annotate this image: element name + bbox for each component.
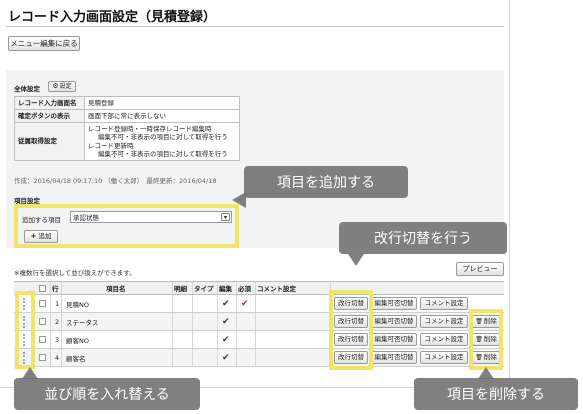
settings-button-label: 設定 [59, 82, 72, 90]
row-number: 2 [55, 317, 60, 326]
editable-toggle-button[interactable]: 編集可否切替 [371, 351, 417, 364]
menu-back-button[interactable]: メニュー編集に戻る [8, 36, 80, 51]
row-item-name: 顧客NO [66, 336, 89, 345]
items-table: 行 項目名 明細 タイプ 編集 必須 コメント設定 1 見積NO ✔ ✔ 改行切… [14, 281, 504, 367]
required-check-icon: ✔ [241, 298, 249, 309]
col-header-name: 項目名 [106, 285, 126, 293]
add-item-select[interactable]: 承認状態 ▾ [70, 211, 232, 223]
add-item-label: 追加する項目 [22, 216, 61, 224]
general-settings-button[interactable]: ⚙ 設定 [48, 81, 76, 92]
callout-line-break: 改行切替を行う [339, 222, 507, 254]
preview-button[interactable]: プレビュー [456, 262, 504, 276]
drag-handle[interactable] [22, 352, 27, 364]
col-header-type: タイプ [194, 285, 214, 293]
callout-tail [232, 192, 246, 208]
table-header-row: 行 項目名 明細 タイプ 編集 必須 コメント設定 [14, 282, 504, 295]
row-item-name: ステータス [66, 318, 99, 327]
callout-tail [348, 254, 364, 266]
callout-tail [22, 367, 38, 379]
add-button-label: 追加 [38, 232, 52, 241]
line-break-toggle-button[interactable]: 改行切替 [334, 333, 368, 346]
page-title: レコード入力画面設定（見積登録） [8, 10, 217, 25]
info-key: 確定ボタンの表示 [14, 109, 85, 124]
callout-tail [478, 367, 494, 379]
reorder-note: ※複数行を選択して並び換えができます。 [14, 269, 136, 277]
add-item-button[interactable]: + 追加 [24, 230, 58, 243]
row-checkbox[interactable] [39, 354, 46, 361]
row-checkbox[interactable] [39, 318, 46, 325]
drag-handle[interactable] [22, 298, 27, 310]
delete-item-button[interactable]: 🗑 削除 [472, 351, 500, 364]
info-line: 編集不可・非表示の項目に対して取得を行う [98, 133, 228, 142]
comment-settings-button[interactable]: コメント設定 [420, 333, 468, 346]
record-meta: 作成：2016/04/18 09:17:10 （働く太郎） 最終更新：2016/… [14, 177, 217, 185]
row-item-name: 見積NO [66, 300, 89, 309]
delete-label: 削除 [483, 353, 497, 362]
col-header-required: 必須 [238, 285, 251, 293]
trash-icon: 🗑 [475, 317, 483, 325]
table-row[interactable]: 2 ステータス ✔ 改行切替 編集可否切替 コメント設定 🗑 削除 [14, 313, 504, 331]
chevron-down-icon[interactable]: ▾ [221, 213, 230, 221]
edit-check-icon: ✔ [222, 334, 230, 345]
col-header-edit: 編集 [219, 285, 232, 293]
delete-label: 削除 [483, 317, 497, 326]
table-row[interactable]: 4 顧客名 ✔ 改行切替 編集可否切替 コメント設定 🗑 削除 [14, 349, 504, 367]
edit-check-icon: ✔ [222, 352, 230, 363]
info-value: 画面下部に常に表示しない [84, 109, 240, 124]
callout-delete: 項目を削除する [414, 378, 578, 410]
comment-settings-button[interactable]: コメント設定 [420, 315, 468, 328]
general-settings-table: レコード入力画面名 見積登録 確定ボタンの表示 画面下部に常に表示しない 従属取… [14, 95, 240, 161]
info-value: レコード登録時・一時保存レコード編集時 編集不可・非表示の項目に対して取得を行う… [84, 122, 240, 161]
info-line: レコード更新時 [88, 141, 134, 150]
row-number: 1 [55, 299, 60, 308]
info-key: 従属取得設定 [14, 122, 85, 161]
plus-icon: + [30, 232, 37, 240]
delete-item-button[interactable]: 🗑 削除 [472, 333, 500, 346]
table-row: レコード入力画面名 見積登録 [14, 95, 240, 111]
editable-toggle-button[interactable]: 編集可否切替 [371, 333, 417, 346]
drag-handle[interactable] [22, 316, 27, 328]
row-number: 3 [55, 335, 60, 344]
col-header-detail: 明細 [174, 285, 187, 293]
table-row: 従属取得設定 レコード登録時・一時保存レコード編集時 編集不可・非表示の項目に対… [14, 122, 240, 161]
title-divider [6, 26, 504, 27]
editable-toggle-button[interactable]: 編集可否切替 [371, 297, 417, 310]
line-break-toggle-button[interactable]: 改行切替 [334, 297, 368, 310]
gear-icon: ⚙ [52, 82, 59, 90]
row-item-name: 顧客名 [66, 354, 86, 363]
col-header-comment: コメント設定 [257, 285, 296, 293]
add-item-select-value: 承認状態 [73, 214, 99, 222]
info-value: 見積登録 [84, 95, 240, 111]
row-number: 4 [55, 353, 60, 362]
line-break-toggle-button[interactable]: 改行切替 [334, 315, 368, 328]
row-checkbox[interactable] [39, 300, 46, 307]
callout-reorder: 並び順を入れ替える [14, 378, 200, 410]
row-checkbox[interactable] [39, 336, 46, 343]
select-all-checkbox[interactable] [39, 285, 46, 292]
col-header-row-no: 行 [52, 285, 59, 293]
general-section-label: 全体設定 [14, 85, 40, 93]
table-row[interactable]: 1 見積NO ✔ ✔ 改行切替 編集可否切替 コメント設定 [14, 295, 504, 313]
drag-handle[interactable] [22, 334, 27, 346]
callout-add-item: 項目を追加する [244, 166, 408, 198]
table-row[interactable]: 3 顧客NO ✔ 改行切替 編集可否切替 コメント設定 🗑 削除 [14, 331, 504, 349]
delete-item-button[interactable]: 🗑 削除 [472, 315, 500, 328]
edit-check-icon: ✔ [222, 316, 230, 327]
edit-check-icon: ✔ [222, 298, 230, 309]
table-row: 確定ボタンの表示 画面下部に常に表示しない [14, 109, 240, 124]
trash-icon: 🗑 [475, 353, 483, 361]
comment-settings-button[interactable]: コメント設定 [420, 297, 468, 310]
editable-toggle-button[interactable]: 編集可否切替 [371, 315, 417, 328]
delete-label: 削除 [483, 335, 497, 344]
comment-settings-button[interactable]: コメント設定 [420, 351, 468, 364]
trash-icon: 🗑 [475, 335, 483, 343]
info-line: 編集不可・非表示の項目に対して取得を行う [98, 149, 228, 158]
line-break-toggle-button[interactable]: 改行切替 [334, 351, 368, 364]
info-key: レコード入力画面名 [14, 95, 85, 111]
